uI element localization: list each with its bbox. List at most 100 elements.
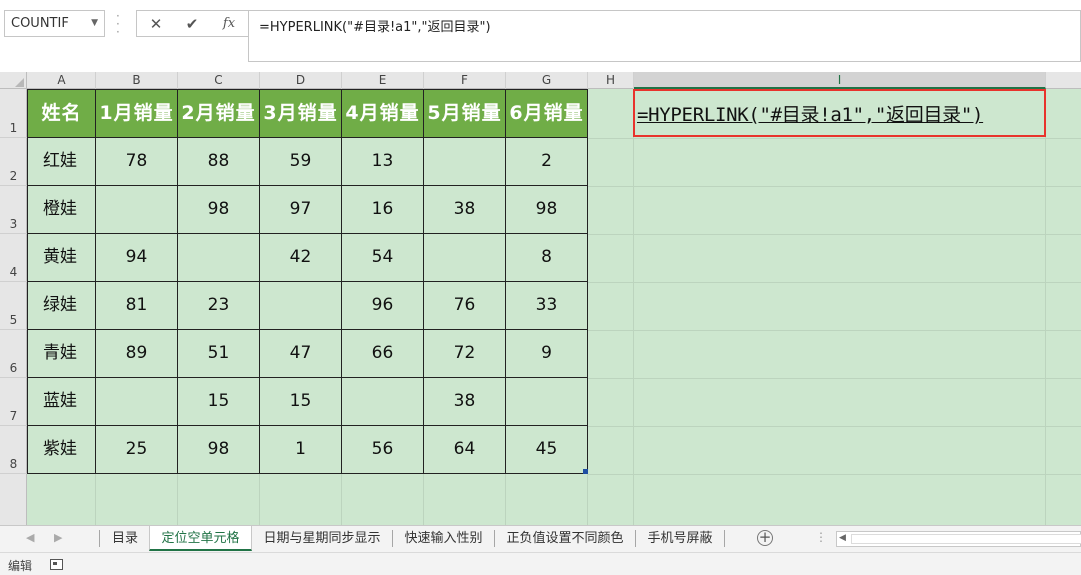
column-header-i[interactable]: I	[634, 72, 1046, 89]
table-header-cell[interactable]: 姓名	[28, 90, 96, 138]
table-cell[interactable]	[424, 138, 506, 186]
table-cell[interactable]: 96	[342, 282, 424, 330]
table-cell[interactable]: 8	[506, 234, 588, 282]
column-header-c[interactable]: C	[178, 72, 260, 89]
table-cell[interactable]: 38	[424, 378, 506, 426]
table-cell[interactable]: 59	[260, 138, 342, 186]
sheet-tab-locate-empty-cells[interactable]: 定位空单元格	[149, 526, 252, 551]
table-cell[interactable]: 64	[424, 426, 506, 474]
table-cell[interactable]: 89	[96, 330, 178, 378]
chevron-down-icon[interactable]: ▼	[91, 18, 98, 28]
active-cell-i1[interactable]: =HYPERLINK("#目录!a1","返回目录")	[633, 89, 1046, 137]
column-header-h[interactable]: H	[588, 72, 634, 89]
chevron-left-icon[interactable]: ◀	[26, 531, 34, 544]
table-header-cell[interactable]: 1月销量	[96, 90, 178, 138]
table-cell[interactable]: 9	[506, 330, 588, 378]
table-cell[interactable]: 23	[178, 282, 260, 330]
row-header-6[interactable]: 6	[0, 330, 27, 378]
sheet-tab-sign-colors[interactable]: 正负值设置不同颜色	[498, 526, 632, 551]
table-cell[interactable]: 绿娃	[28, 282, 96, 330]
table-cell[interactable]: 66	[342, 330, 424, 378]
table-cell[interactable]: 97	[260, 186, 342, 234]
table-cell[interactable]: 81	[96, 282, 178, 330]
table-cell[interactable]: 98	[178, 186, 260, 234]
table-cell[interactable]: 42	[260, 234, 342, 282]
table-cell[interactable]: 青娃	[28, 330, 96, 378]
cancel-icon[interactable]: ✕	[142, 14, 170, 34]
table-cell[interactable]: 13	[342, 138, 424, 186]
sheet-tab-catalog[interactable]: 目录	[104, 526, 146, 551]
row-header-7[interactable]: 7	[0, 378, 27, 426]
check-icon[interactable]: ✔	[178, 14, 206, 34]
fill-handle[interactable]	[583, 469, 588, 474]
scroll-left-icon[interactable]: ◀	[839, 533, 846, 543]
more-options-icon[interactable]: ⋮	[815, 530, 827, 544]
horizontal-scrollbar[interactable]: ◀	[836, 531, 1081, 547]
table-cell[interactable]: 72	[424, 330, 506, 378]
table-cell[interactable]: 94	[96, 234, 178, 282]
sheet-tab-phone-mask[interactable]: 手机号屏蔽	[639, 526, 721, 551]
table-cell[interactable]: 33	[506, 282, 588, 330]
worksheet-grid[interactable]: A B C D E F G H I 1 2 3 4 5 6 7 8 姓名 1月销…	[0, 72, 1081, 525]
insert-function-icon[interactable]: fx	[215, 14, 243, 34]
table-cell[interactable]: 2	[506, 138, 588, 186]
column-header-f[interactable]: F	[424, 72, 506, 89]
table-cell[interactable]	[178, 234, 260, 282]
scrollbar-thumb[interactable]	[851, 534, 1081, 544]
row-header-8[interactable]: 8	[0, 426, 27, 474]
table-cell[interactable]: 47	[260, 330, 342, 378]
table-header-cell[interactable]: 2月销量	[178, 90, 260, 138]
table-cell[interactable]	[260, 282, 342, 330]
row-header-4[interactable]: 4	[0, 234, 27, 282]
table-cell[interactable]: 蓝娃	[28, 378, 96, 426]
select-all-button[interactable]	[0, 72, 27, 89]
table-cell[interactable]	[96, 378, 178, 426]
table-cell[interactable]: 54	[342, 234, 424, 282]
table-cell[interactable]: 1	[260, 426, 342, 474]
table-header-cell[interactable]: 5月销量	[424, 90, 506, 138]
table-header-cell[interactable]: 6月销量	[506, 90, 588, 138]
table-cell[interactable]	[506, 378, 588, 426]
macro-record-icon[interactable]	[50, 559, 63, 570]
table-cell[interactable]: 45	[506, 426, 588, 474]
table-cell[interactable]: 25	[96, 426, 178, 474]
table-cell[interactable]: 88	[178, 138, 260, 186]
table-cell[interactable]: 98	[178, 426, 260, 474]
table-header-cell[interactable]: 4月销量	[342, 90, 424, 138]
table-cell[interactable]: 黄娃	[28, 234, 96, 282]
sheet-tab-gender-input[interactable]: 快速输入性别	[396, 526, 491, 551]
add-sheet-icon[interactable]: +	[757, 530, 773, 546]
table-cell[interactable]	[424, 234, 506, 282]
table-cell[interactable]: 紫娃	[28, 426, 96, 474]
table-cell[interactable]: 98	[506, 186, 588, 234]
cell-edit-content[interactable]: =HYPERLINK("#目录!a1","返回目录")	[637, 100, 983, 127]
table-cell[interactable]: 15	[178, 378, 260, 426]
gridline	[588, 378, 1081, 379]
column-header-g[interactable]: G	[506, 72, 588, 89]
row-header-2[interactable]: 2	[0, 138, 27, 186]
column-header-d[interactable]: D	[260, 72, 342, 89]
table-cell[interactable]: 橙娃	[28, 186, 96, 234]
column-header-b[interactable]: B	[96, 72, 178, 89]
table-cell[interactable]	[96, 186, 178, 234]
drag-handle-icon[interactable]: · · ·	[116, 10, 122, 38]
table-cell[interactable]: 56	[342, 426, 424, 474]
formula-input[interactable]: =HYPERLINK("#目录!a1","返回目录")	[248, 10, 1081, 62]
table-cell[interactable]: 78	[96, 138, 178, 186]
table-cell[interactable]: 15	[260, 378, 342, 426]
table-cell[interactable]: 38	[424, 186, 506, 234]
table-cell[interactable]: 16	[342, 186, 424, 234]
row-header-1[interactable]: 1	[0, 89, 27, 138]
column-header-e[interactable]: E	[342, 72, 424, 89]
table-cell[interactable]: 76	[424, 282, 506, 330]
sheet-tab-date-weekday[interactable]: 日期与星期同步显示	[255, 526, 389, 551]
name-box[interactable]: COUNTIF ▼	[4, 10, 105, 37]
table-cell[interactable]: 红娃	[28, 138, 96, 186]
row-header-3[interactable]: 3	[0, 186, 27, 234]
column-header-a[interactable]: A	[28, 72, 96, 89]
row-header-5[interactable]: 5	[0, 282, 27, 330]
chevron-right-icon[interactable]: ▶	[54, 531, 62, 544]
table-header-cell[interactable]: 3月销量	[260, 90, 342, 138]
table-cell[interactable]	[342, 378, 424, 426]
table-cell[interactable]: 51	[178, 330, 260, 378]
